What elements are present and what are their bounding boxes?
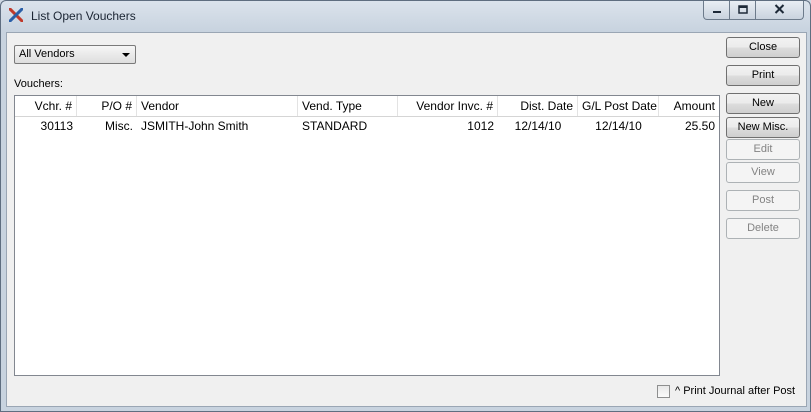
cell-gl-post-date: 12/14/10 — [595, 119, 642, 133]
minimize-icon — [712, 3, 722, 17]
delete-button[interactable]: Delete — [726, 218, 800, 239]
table-row[interactable]: 30113 Misc. JSMITH-John Smith STANDARD 1… — [15, 117, 719, 136]
cell-vendor-invc: 1012 — [467, 119, 494, 133]
list-header: Vchr. # P/O # Vendor Vend. Type Vendor I… — [15, 96, 719, 117]
print-journal-checkbox[interactable] — [657, 384, 670, 398]
vouchers-list[interactable]: Vchr. # P/O # Vendor Vend. Type Vendor I… — [14, 95, 720, 376]
print-journal-option[interactable]: ^ Print Journal after Post — [657, 383, 795, 399]
vendor-filter-value: All Vendors — [19, 48, 75, 60]
close-window-button[interactable] — [756, 1, 804, 20]
print-journal-label: ^ Print Journal after Post — [675, 385, 796, 397]
vendor-filter-select[interactable]: All Vendors — [14, 45, 136, 64]
print-button[interactable]: Print — [726, 65, 800, 86]
column-header-vendor-invc[interactable]: Vendor Invc. # — [398, 96, 498, 116]
cell-amount: 25.50 — [684, 119, 715, 133]
xtuple-x-icon — [8, 7, 24, 23]
column-header-gl-post-date[interactable]: G/L Post Date — [578, 96, 659, 116]
view-button[interactable]: View — [726, 162, 800, 183]
column-header-amount[interactable]: Amount — [659, 96, 719, 116]
column-header-vchr[interactable]: Vchr. # — [15, 96, 77, 116]
chevron-down-icon — [122, 53, 130, 57]
maximize-icon — [737, 3, 748, 17]
list-open-vouchers-window: List Open Vouchers All Vendors Vouchers:… — [0, 0, 811, 412]
column-header-vend-type[interactable]: Vend. Type — [298, 96, 398, 116]
window-client-area: All Vendors Vouchers: Vchr. # P/O # Vend… — [6, 32, 807, 407]
new-button[interactable]: New — [726, 93, 800, 114]
minimize-button[interactable] — [703, 1, 730, 20]
cell-vend-type: STANDARD — [302, 119, 368, 133]
cell-po: Misc. — [105, 119, 133, 133]
column-header-po[interactable]: P/O # — [77, 96, 137, 116]
cell-vendor: JSMITH-John Smith — [141, 119, 249, 133]
column-header-dist-date[interactable]: Dist. Date — [498, 96, 578, 116]
post-button[interactable]: Post — [726, 190, 800, 211]
title-bar[interactable]: List Open Vouchers — [1, 1, 810, 31]
cell-dist-date: 12/14/10 — [514, 119, 562, 133]
new-misc-button[interactable]: New Misc. — [726, 117, 800, 138]
vouchers-label: Vouchers: — [14, 78, 63, 90]
maximize-button[interactable] — [730, 1, 756, 20]
edit-button[interactable]: Edit — [726, 139, 800, 160]
close-icon — [774, 3, 785, 17]
close-button[interactable]: Close — [726, 37, 800, 58]
column-header-vendor[interactable]: Vendor — [137, 96, 298, 116]
cell-vchr: 30113 — [40, 119, 73, 133]
window-title: List Open Vouchers — [31, 9, 136, 23]
